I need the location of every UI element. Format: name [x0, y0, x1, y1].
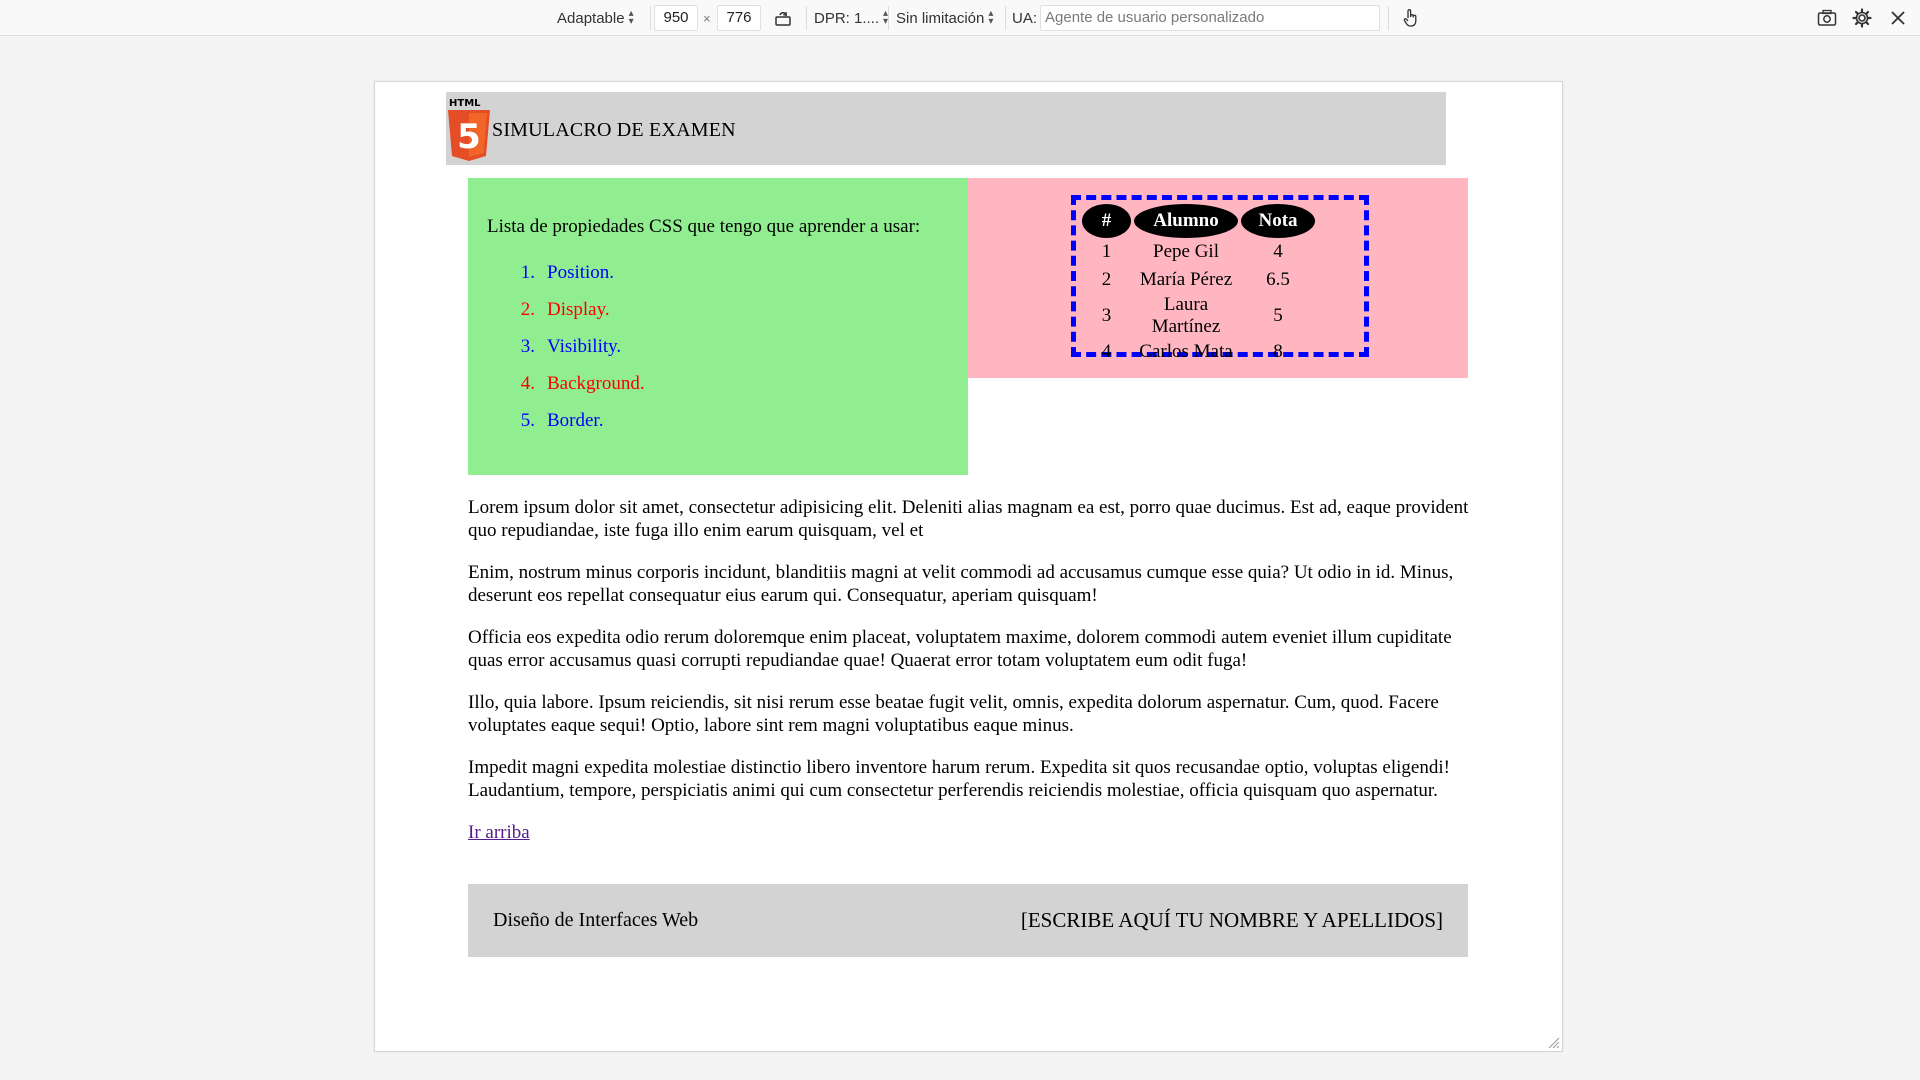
- viewport-height-input[interactable]: 776: [717, 5, 761, 31]
- grades-table: # Alumno Nota 1 Pepe Gil 4 2 María Pérez 6.5…: [1079, 204, 1318, 366]
- table-header-row: # Alumno Nota: [1082, 204, 1315, 238]
- toolbar-divider: [1388, 6, 1389, 30]
- settings-button[interactable]: [1849, 0, 1875, 36]
- grades-box: # Alumno Nota 1 Pepe Gil 4 2 María Pérez 6.5…: [968, 178, 1468, 378]
- back-to-top-link[interactable]: Ir arriba: [468, 822, 530, 843]
- responsive-toolbar: Adaptable ▴ ▾ 950 × 776 DPR: 1.... ▴ ▾ Sin…: [0, 0, 1920, 36]
- throttling-label: Sin limitación: [896, 9, 985, 27]
- column-header: Alumno: [1134, 204, 1238, 238]
- dpr-label: DPR: 1....: [814, 9, 880, 27]
- close-icon: [1885, 5, 1911, 31]
- touch-icon: [1398, 5, 1424, 31]
- table-row: 1 Pepe Gil 4: [1101, 241, 1283, 262]
- screenshot-button[interactable]: [1814, 0, 1840, 36]
- toolbar-divider: [1005, 6, 1006, 30]
- footer-course: Diseño de Interfaces Web: [493, 909, 699, 931]
- close-rdm-button[interactable]: [1885, 0, 1911, 36]
- resize-handle-icon[interactable]: [1546, 1035, 1560, 1049]
- list-item: 4. Background.: [520, 373, 645, 394]
- css-list-intro: Lista de propiedades CSS que tengo que a…: [487, 216, 921, 237]
- rotate-icon: [770, 5, 796, 31]
- page-title: SIMULACRO DE EXAMEN: [492, 119, 736, 141]
- paragraph: Lorem ipsum dolor sit amet, consectetur …: [468, 497, 1469, 541]
- settings-icon: [1849, 5, 1875, 31]
- svg-text:HTML: HTML: [449, 98, 481, 109]
- emulated-viewport: HTML 5 SIMULACRO DE EXAMEN Lista de prop…: [374, 81, 1563, 1052]
- device-label: Adaptable: [557, 9, 625, 27]
- page-footer: Diseño de Interfaces Web [ESCRIBE AQUÍ T…: [468, 884, 1468, 957]
- svg-text:5: 5: [457, 117, 481, 157]
- paragraph: Officia eos expedita odio rerum doloremq…: [468, 627, 1452, 671]
- html5-logo: HTML 5: [446, 96, 492, 162]
- table-row: 2 María Pérez 6.5: [1101, 269, 1290, 290]
- table-row: 3 Laura Martínez 5: [1101, 294, 1283, 337]
- dimension-separator: ×: [703, 10, 711, 26]
- column-header: #: [1082, 204, 1131, 238]
- ua-label: UA:: [1012, 9, 1038, 27]
- toolbar-divider: [806, 6, 807, 30]
- dpr-selector[interactable]: DPR: 1.... ▴ ▾: [814, 0, 888, 36]
- css-properties-list: 1. Position. 2. Display. 3. Visibility. 4. B…: [487, 262, 968, 447]
- css-properties-box: Lista de propiedades CSS que tengo que a…: [468, 178, 968, 475]
- toolbar-divider: [650, 6, 651, 30]
- footer-author: [ESCRIBE AQUÍ TU NOMBRE Y APELLIDOS]: [1020, 908, 1443, 932]
- list-item: 2. Display.: [520, 299, 610, 320]
- page-header: HTML 5 SIMULACRO DE EXAMEN: [446, 92, 1446, 165]
- paragraph: Enim, nostrum minus corporis incidunt, b…: [468, 562, 1454, 606]
- viewport-width-input[interactable]: 950: [654, 5, 698, 31]
- touch-simulation-button[interactable]: [1398, 0, 1424, 36]
- user-agent-input[interactable]: Agente de usuario personalizado: [1040, 5, 1380, 31]
- dropdown-arrows-icon: ▴ ▾: [628, 8, 634, 27]
- paragraph: Impedit magni expedita molestiae distinc…: [468, 757, 1450, 801]
- device-selector[interactable]: Adaptable ▴ ▾: [557, 0, 634, 36]
- list-item: 1. Position.: [520, 262, 615, 283]
- list-item: 5. Border.: [520, 410, 604, 431]
- paragraph: Illo, quia labore. Ipsum reiciendis, sit…: [468, 692, 1439, 736]
- table-row: 4 Carlos Mata 8: [1101, 341, 1283, 362]
- rotate-viewport-button[interactable]: [770, 0, 796, 36]
- lorem-content: Lorem ipsum dolor sit amet, consectetur …: [468, 496, 1470, 844]
- dropdown-arrows-icon: ▴ ▾: [988, 8, 994, 27]
- toolbar-divider: [888, 6, 889, 30]
- list-item: 3. Visibility.: [520, 336, 622, 357]
- column-header: Nota: [1241, 204, 1315, 238]
- grades-table-frame: # Alumno Nota 1 Pepe Gil 4 2 María Pérez 6.5…: [1071, 195, 1369, 362]
- network-throttling-selector[interactable]: Sin limitación ▴ ▾: [896, 0, 993, 36]
- screenshot-icon: [1814, 5, 1840, 31]
